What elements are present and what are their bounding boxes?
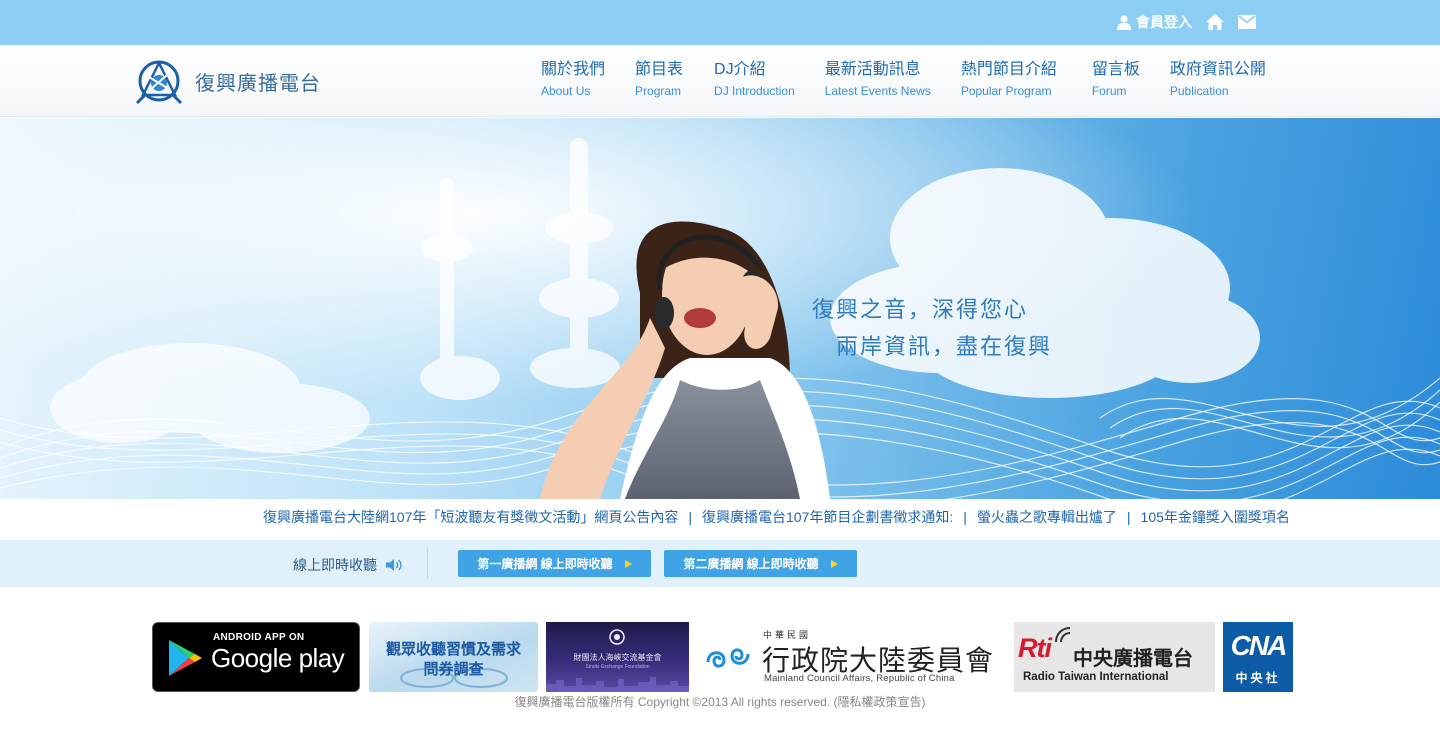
member-login-link[interactable]: 會員登入 bbox=[1117, 12, 1192, 32]
speaker-icon bbox=[386, 559, 402, 571]
home-button[interactable] bbox=[1206, 13, 1224, 31]
google-play-big-text: Google play bbox=[211, 643, 345, 673]
listen-network1-label: 第一廣播網 線上即時收聽 bbox=[477, 557, 613, 571]
news-item[interactable]: 105年金鐘獎入圍獎項名單 bbox=[1141, 507, 1289, 527]
straits-foundation-en: Straits Exchange Foundation bbox=[585, 664, 650, 670]
nav-publication-zh: 政府資訊公開 bbox=[1169, 61, 1266, 78]
live-listen-label: 線上即時收聽 bbox=[293, 555, 403, 575]
rti-banner[interactable]: Rti 中央廣播電台 Radio Taiwan International bbox=[1014, 622, 1215, 692]
nav-dj[interactable]: DJ介紹 DJ Introduction bbox=[714, 59, 795, 100]
nav-program-zh: 節目表 bbox=[635, 61, 684, 78]
mainland-council-logo-icon bbox=[706, 648, 750, 668]
nav-events[interactable]: 最新活動訊息 Latest Events News bbox=[825, 59, 931, 100]
nav-dj-en: DJ Introduction bbox=[714, 84, 795, 98]
hero-banner: 復興之音，深得您心 兩岸資訊，盡在復興 bbox=[0, 118, 1440, 499]
cna-zh-name: 中央社 bbox=[1235, 671, 1281, 685]
news-item[interactable]: 復興廣播電台107年節目企劃書徵求通知: bbox=[702, 507, 953, 527]
site-logo[interactable]: 復興廣播電台 bbox=[135, 57, 321, 105]
cna-logo-text: CNA bbox=[1230, 630, 1288, 661]
nav-forum[interactable]: 留言板 Forum bbox=[1092, 59, 1140, 100]
nav-about-en: About Us bbox=[541, 84, 591, 98]
nav-publication[interactable]: 政府資訊公開 Publication bbox=[1170, 59, 1266, 100]
city-skyline-decoration bbox=[546, 677, 689, 692]
hero-slogan-line1: 復興之音，深得您心 bbox=[812, 297, 1029, 322]
google-play-small-text: ANDROID APP ON bbox=[213, 632, 305, 643]
news-track: 復興廣播電台大陸網107年「短波聽友有獎徵文活動」網頁公告內容 | 復興廣播電台… bbox=[263, 507, 1289, 527]
nav-about[interactable]: 關於我們 About Us bbox=[541, 59, 605, 100]
nav-events-zh: 最新活動訊息 bbox=[824, 61, 921, 78]
straits-foundation-banner[interactable]: 財團法人海峽交流基金會 Straits Exchange Foundation bbox=[546, 622, 689, 692]
mail-button[interactable] bbox=[1238, 13, 1256, 31]
nav-publication-en: Publication bbox=[1169, 84, 1229, 98]
hero-illustration bbox=[0, 118, 1440, 499]
news-marquee: 復興廣播電台大陸網107年「短波聽友有獎徵文活動」網頁公告內容 | 復興廣播電台… bbox=[263, 507, 1289, 537]
site-name: 復興廣播電台 bbox=[195, 70, 321, 95]
rti-en-name: Radio Taiwan International bbox=[1023, 671, 1169, 683]
nav-popular-en: Popular Program bbox=[960, 84, 1052, 98]
listen-network2-button[interactable]: 第二廣播網 線上即時收聽 bbox=[664, 550, 857, 577]
survey-banner[interactable]: 觀眾收聽習慣及需求 問券調查 bbox=[369, 622, 538, 692]
cna-banner[interactable]: CNA 中央社 bbox=[1223, 622, 1293, 692]
top-bar: 會員登入 bbox=[0, 0, 1440, 45]
listen-divider bbox=[427, 548, 428, 579]
nav-events-en: Latest Events News bbox=[824, 84, 931, 98]
google-play-banner[interactable]: ANDROID APP ON Google play bbox=[152, 622, 360, 692]
mail-icon bbox=[1238, 15, 1256, 29]
rti-zh-name: 中央廣播電台 bbox=[1073, 646, 1193, 670]
nav-forum-en: Forum bbox=[1091, 84, 1127, 98]
news-separator: | bbox=[1126, 509, 1131, 525]
home-icon bbox=[1206, 14, 1224, 30]
hero-slogan-line2: 兩岸資訊，盡在復興 bbox=[836, 334, 1053, 359]
nav-program-en: Program bbox=[635, 84, 682, 98]
survey-line2: 問券調查 bbox=[423, 661, 484, 678]
google-play-icon bbox=[169, 640, 202, 676]
news-item[interactable]: 螢火蟲之歌專輯出爐了 bbox=[977, 507, 1117, 527]
member-login-label: 會員登入 bbox=[1136, 14, 1192, 30]
user-icon bbox=[1117, 14, 1131, 30]
live-listen-bar: 線上即時收聽 第一廣播網 線上即時收聽 第二廣播網 線上即時收聽 bbox=[0, 540, 1440, 587]
nav-forum-zh: 留言板 bbox=[1091, 61, 1140, 78]
news-separator: | bbox=[963, 509, 967, 525]
nav-dj-zh: DJ介紹 bbox=[714, 61, 766, 78]
nav-popular-zh: 熱門節目介紹 bbox=[960, 61, 1057, 78]
play-arrow-icon bbox=[624, 559, 632, 568]
station-emblem-icon bbox=[135, 60, 183, 105]
main-nav: 關於我們 About Us 節目表 Program DJ介紹 DJ Introd… bbox=[541, 59, 1266, 100]
mainland-council-banner[interactable]: 中華民國 行政院大陸委員會 Mainland Council Affairs, … bbox=[700, 622, 1002, 692]
listen-network1-button[interactable]: 第一廣播網 線上即時收聽 bbox=[458, 550, 651, 577]
rti-logo-text: Rti bbox=[1018, 633, 1052, 663]
play-arrow-icon bbox=[830, 559, 838, 568]
survey-line1: 觀眾收聽習慣及需求 bbox=[385, 641, 521, 658]
nav-about-zh: 關於我們 bbox=[541, 61, 606, 78]
nav-popular[interactable]: 熱門節目介紹 Popular Program bbox=[961, 59, 1057, 100]
news-separator: | bbox=[688, 509, 692, 525]
site-header: 復興廣播電台 關於我們 About Us 節目表 Program DJ介紹 DJ… bbox=[0, 45, 1440, 117]
mainland-council-en: Mainland Council Affairs, Republic of Ch… bbox=[764, 673, 955, 684]
footer-copyright: 復興廣播電台版權所有 Copyright ©2013 All rights re… bbox=[514, 695, 926, 709]
straits-foundation-name: 財團法人海峽交流基金會 bbox=[573, 653, 662, 662]
straits-emblem-icon bbox=[609, 629, 625, 645]
live-listen-text: 線上即時收聽 bbox=[293, 557, 377, 573]
top-links: 會員登入 bbox=[1117, 12, 1256, 32]
listen-network2-label: 第二廣播網 線上即時收聽 bbox=[683, 557, 819, 571]
news-item[interactable]: 復興廣播電台大陸網107年「短波聽友有獎徵文活動」網頁公告內容 bbox=[263, 507, 678, 527]
nav-program[interactable]: 節目表 Program bbox=[635, 59, 683, 100]
